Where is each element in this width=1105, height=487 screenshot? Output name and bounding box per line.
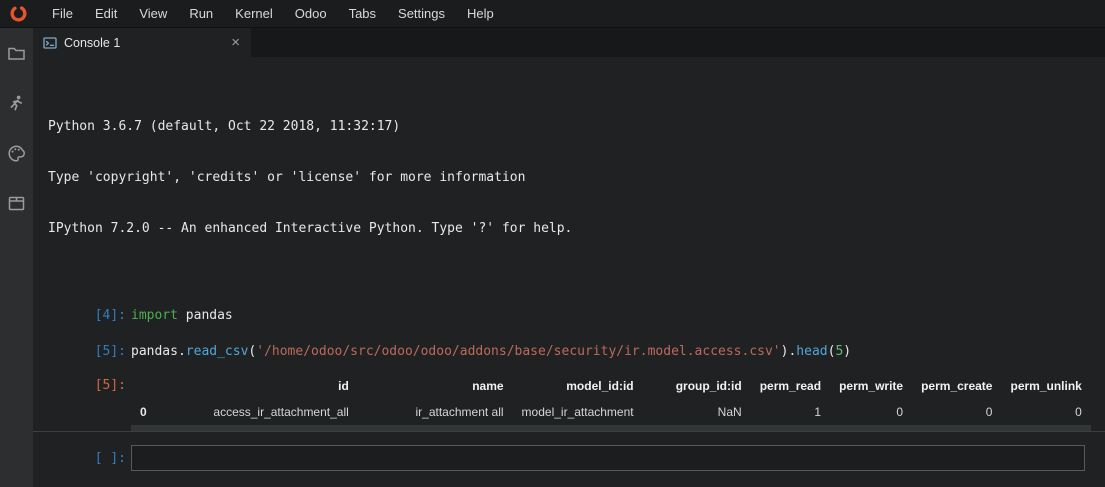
row-index: 1 — [131, 425, 156, 431]
column-header-group-id: group_id:id — [643, 373, 751, 399]
column-header-index — [131, 373, 156, 399]
table-cell: NaN — [643, 399, 751, 425]
console-input-cell: [ ]: — [33, 431, 1105, 487]
table-cell: ir_attachment group_user — [358, 425, 513, 431]
menu-item-tabs[interactable]: Tabs — [338, 0, 387, 28]
empty-input-prompt: [ ]: — [95, 451, 126, 466]
banner-line: Python 3.6.7 (default, Oct 22 2018, 11:3… — [48, 118, 1105, 135]
console-input[interactable] — [131, 445, 1085, 471]
table-cell: 0 — [830, 399, 912, 425]
table-cell: access_ir_attachment_all — [156, 399, 358, 425]
input-prompt: [5]: — [95, 344, 126, 359]
table-cell: model_ir_attachment — [513, 425, 643, 431]
table-header-row: id name model_id:id group_id:id perm_rea… — [131, 373, 1091, 399]
main-dock-panel: Console 1 × Python 3.6.7 (default, Oct 2… — [33, 28, 1105, 487]
column-header-perm-write: perm_write — [830, 373, 912, 399]
tab-bar: Console 1 × — [33, 28, 1105, 57]
console-content[interactable]: Python 3.6.7 (default, Oct 22 2018, 11:3… — [33, 57, 1105, 431]
console-icon — [43, 36, 57, 50]
table-cell: model_ir_attachment — [513, 399, 643, 425]
menu-item-run[interactable]: Run — [178, 0, 224, 28]
column-header-model-id: model_id:id — [513, 373, 643, 399]
menu-item-kernel[interactable]: Kernel — [224, 0, 284, 28]
output-prompt: [5]: — [95, 378, 126, 393]
column-header-perm-unlink: perm_unlink — [1001, 373, 1090, 399]
table-cell: group_user — [643, 425, 751, 431]
table-cell: 1 — [751, 425, 830, 431]
input-prompt: [4]: — [95, 308, 126, 323]
output-cell: [5]: id name model_id:id group_id:id per… — [33, 373, 1105, 431]
table-cell: access_ir_attachment_group_user — [156, 425, 358, 431]
code-line: import pandas — [131, 308, 233, 323]
row-index: 0 — [131, 399, 156, 425]
odoo-logo-icon[interactable] — [9, 4, 28, 23]
tab-console-1[interactable]: Console 1 × — [33, 28, 251, 57]
menu-item-odoo[interactable]: Odoo — [284, 0, 338, 28]
table-cell: 1 — [912, 425, 1001, 431]
menu-item-settings[interactable]: Settings — [387, 0, 456, 28]
column-header-perm-read: perm_read — [751, 373, 830, 399]
banner-line: IPython 7.2.0 -- An enhanced Interactive… — [48, 220, 1105, 237]
tab-label: Console 1 — [64, 36, 228, 50]
menu-bar: File Edit View Run Kernel Odoo Tabs Sett… — [0, 0, 1105, 28]
column-header-name: name — [358, 373, 513, 399]
menu-item-edit[interactable]: Edit — [84, 0, 128, 28]
table-cell: 1 — [830, 425, 912, 431]
table-cell: 0 — [912, 399, 1001, 425]
table-row: 1 access_ir_attachment_group_user ir_att… — [131, 425, 1091, 431]
menu-item-file[interactable]: File — [41, 0, 84, 28]
table-cell: ir_attachment all — [358, 399, 513, 425]
close-tab-icon[interactable]: × — [228, 35, 243, 50]
table-cell: 1 — [751, 399, 830, 425]
left-sidebar — [0, 28, 33, 487]
column-header-id: id — [156, 373, 358, 399]
code-cell: [5]: pandas.read_csv('/home/odoo/src/odo… — [33, 344, 1105, 359]
kernel-banner: Python 3.6.7 (default, Oct 22 2018, 11:3… — [48, 84, 1105, 271]
table-row: 0 access_ir_attachment_all ir_attachment… — [131, 399, 1091, 425]
command-palette-icon[interactable] — [7, 144, 26, 163]
code-line: pandas.read_csv('/home/odoo/src/odoo/odo… — [131, 344, 851, 359]
menu-item-view[interactable]: View — [128, 0, 178, 28]
menu-item-help[interactable]: Help — [456, 0, 505, 28]
running-sessions-icon[interactable] — [7, 94, 26, 113]
jupyterlab-window: File Edit View Run Kernel Odoo Tabs Sett… — [0, 0, 1105, 487]
column-header-perm-create: perm_create — [912, 373, 1001, 399]
table-cell: 0 — [1001, 399, 1090, 425]
dataframe-table: id name model_id:id group_id:id perm_rea… — [131, 373, 1091, 431]
code-cell: [4]: import pandas — [33, 308, 1105, 323]
open-tabs-icon[interactable] — [7, 194, 26, 213]
banner-line: Type 'copyright', 'credits' or 'license'… — [48, 169, 1105, 186]
table-cell: 1 — [1001, 425, 1090, 431]
file-browser-icon[interactable] — [7, 44, 26, 63]
